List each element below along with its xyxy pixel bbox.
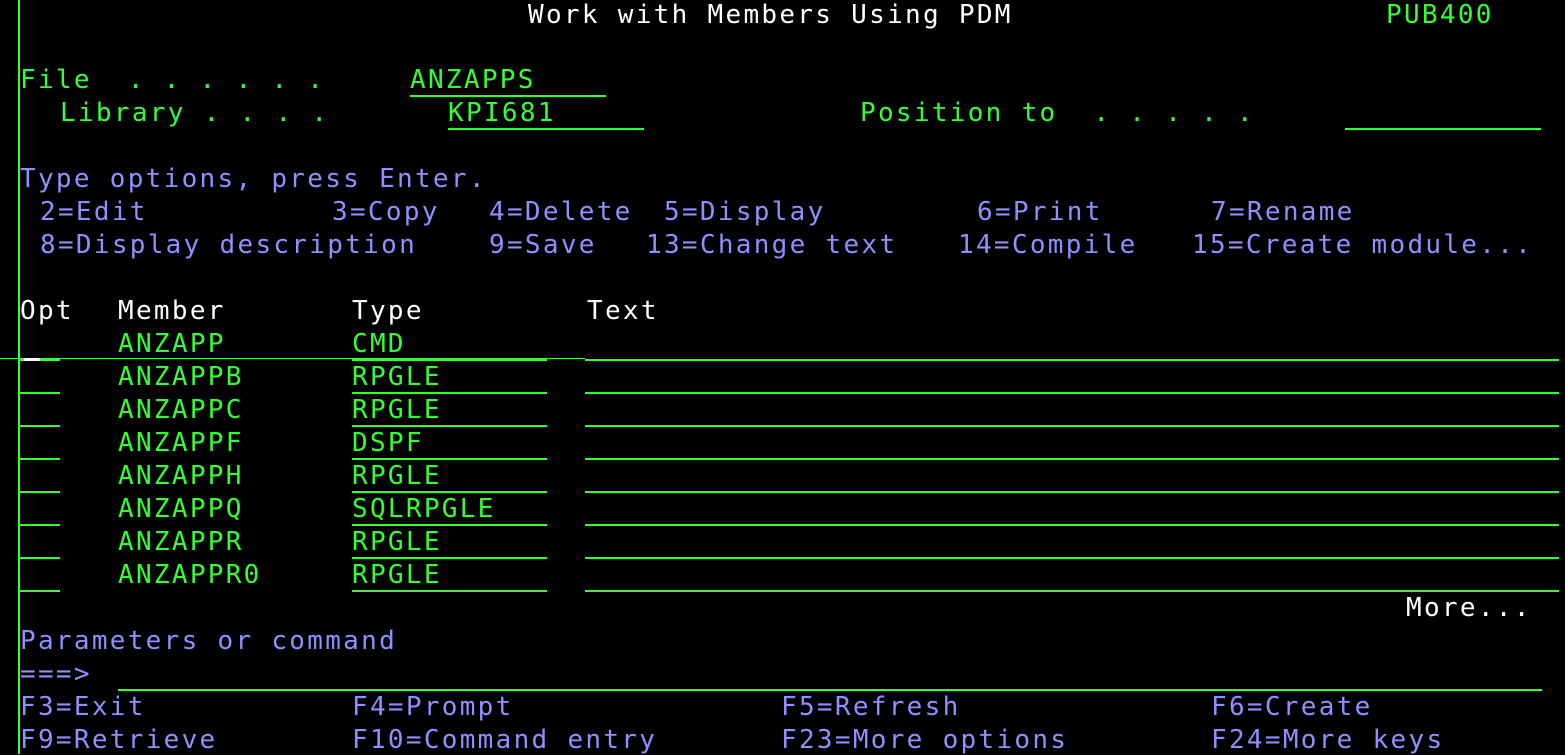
option-display: 5=Display [664, 197, 826, 227]
opt-input[interactable] [20, 527, 60, 559]
library-input[interactable]: KPI681 [448, 98, 644, 130]
more-indicator: More... [1406, 593, 1532, 623]
option-edit: 2=Edit [40, 197, 148, 227]
member-type[interactable]: RPGLE [352, 395, 547, 427]
fkey-f6-create[interactable]: F6=Create [1211, 692, 1373, 722]
opt-input[interactable] [20, 494, 60, 526]
option-rename: 7=Rename [1211, 197, 1355, 227]
opt-input[interactable] [20, 362, 60, 394]
member-type[interactable]: RPGLE [352, 362, 547, 394]
command-prompt: ===> [20, 659, 92, 689]
member-name: ANZAPPF [118, 428, 244, 458]
opt-input[interactable] [20, 395, 60, 427]
member-name: ANZAPPH [118, 461, 244, 491]
member-name: ANZAPPB [118, 362, 244, 392]
position-to-label: Position to . . . . . [860, 98, 1255, 128]
screen-title: Work with Members Using PDM [528, 0, 1013, 30]
option-create-module: 15=Create module... [1192, 230, 1534, 260]
member-name: ANZAPPR0 [118, 560, 262, 590]
text-cursor [24, 358, 40, 361]
library-label: Library . . . . [60, 98, 330, 128]
member-text[interactable] [585, 428, 1559, 460]
member-name: ANZAPPQ [118, 494, 244, 524]
member-text[interactable] [585, 494, 1559, 526]
member-text[interactable] [585, 527, 1559, 559]
member-text[interactable] [585, 461, 1559, 493]
option-delete: 4=Delete [489, 197, 633, 227]
fkey-f9-retrieve[interactable]: F9=Retrieve [20, 725, 218, 755]
system-name: PUB400 [1386, 0, 1494, 30]
member-type[interactable]: DSPF [352, 428, 547, 460]
option-copy: 3=Copy [332, 197, 440, 227]
member-text[interactable] [585, 329, 1559, 361]
opt-input[interactable] [20, 329, 60, 361]
column-header-opt: Opt [20, 296, 74, 326]
member-text[interactable] [585, 560, 1559, 592]
command-input[interactable] [118, 659, 1542, 691]
member-type[interactable]: RPGLE [352, 560, 547, 592]
member-type[interactable]: CMD [352, 329, 547, 361]
option-print: 6=Print [977, 197, 1103, 227]
command-label: Parameters or command [20, 626, 398, 656]
fkey-f23-more-options[interactable]: F23=More options [781, 725, 1068, 755]
file-input[interactable]: ANZAPPS [410, 65, 606, 97]
column-header-text: Text [587, 296, 659, 326]
option-change-text: 13=Change text [646, 230, 898, 260]
option-save: 9=Save [489, 230, 597, 260]
fkey-f24-more-keys[interactable]: F24=More keys [1211, 725, 1444, 755]
option-compile: 14=Compile [958, 230, 1138, 260]
member-type[interactable]: RPGLE [352, 527, 547, 559]
column-header-member: Member [118, 296, 226, 326]
option-display-description: 8=Display description [40, 230, 418, 260]
member-type[interactable]: SQLRPGLE [352, 494, 547, 526]
file-label: File . . . . . . [20, 65, 326, 95]
column-header-type: Type [352, 296, 424, 326]
fkey-f5-refresh[interactable]: F5=Refresh [781, 692, 961, 722]
member-text[interactable] [585, 395, 1559, 427]
member-type[interactable]: RPGLE [352, 461, 547, 493]
crosshair-line [0, 358, 585, 359]
opt-input[interactable] [20, 461, 60, 493]
fkey-f10-command-entry[interactable]: F10=Command entry [352, 725, 657, 755]
member-text[interactable] [585, 362, 1559, 394]
member-name: ANZAPPR [118, 527, 244, 557]
member-name: ANZAPP [118, 329, 226, 359]
opt-input[interactable] [20, 560, 60, 592]
fkey-f3-exit[interactable]: F3=Exit [20, 692, 146, 722]
member-name: ANZAPPC [118, 395, 244, 425]
fkey-f4-prompt[interactable]: F4=Prompt [352, 692, 514, 722]
instructions-text: Type options, press Enter. [20, 164, 487, 194]
position-to-input[interactable] [1345, 98, 1541, 130]
opt-input[interactable] [20, 428, 60, 460]
